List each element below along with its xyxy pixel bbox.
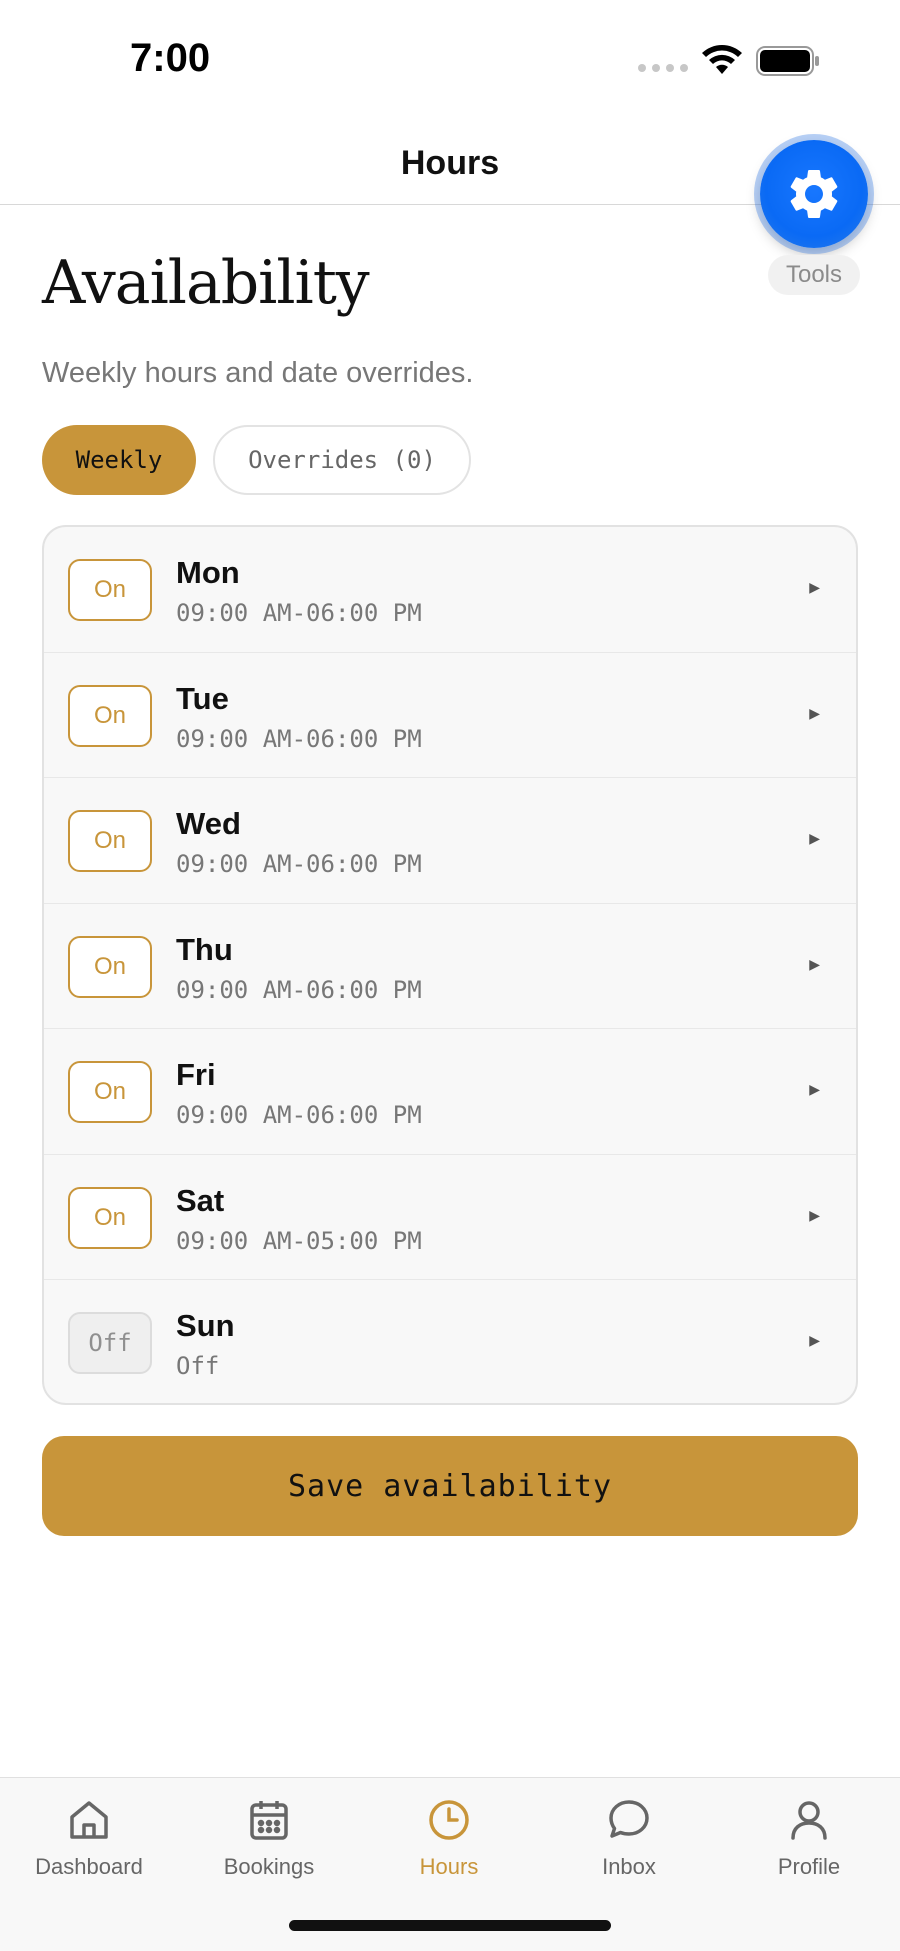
- day-name: Thu: [176, 931, 233, 967]
- chat-bubble-icon: [609, 1800, 649, 1838]
- day-toggle[interactable]: On: [68, 935, 152, 998]
- person-icon: [791, 1801, 827, 1840]
- day-hours: 09:00 AM-06:00 PM: [176, 850, 422, 878]
- tab-label: Profile: [777, 1854, 841, 1879]
- tab-label: Hours: [419, 1854, 479, 1879]
- tab-hours[interactable]: Hours: [369, 1796, 529, 1880]
- day-hours: 09:00 AM-06:00 PM: [176, 724, 422, 753]
- day-hours: 09:00 AM-06:00 PM: [176, 1101, 422, 1129]
- calendar-icon: [250, 1801, 288, 1840]
- day-toggle[interactable]: On: [68, 684, 152, 747]
- tools-label: Tools: [768, 255, 860, 295]
- tab-label: Inbox: [602, 1854, 656, 1879]
- page-subtitle: Weekly hours and date overrides.: [42, 357, 474, 389]
- day-name: Mon: [176, 555, 240, 590]
- tab-bookings[interactable]: Bookings: [189, 1796, 349, 1880]
- day-row-fri[interactable]: On Fri 09:00 AM-06:00 PM ▶: [44, 1029, 856, 1155]
- day-hours: 09:00 AM-06:00 PM: [176, 599, 422, 627]
- tools-button[interactable]: [760, 140, 868, 248]
- gear-icon: [790, 169, 838, 218]
- tab-profile[interactable]: Profile: [729, 1796, 889, 1880]
- chevron-right-icon: ▶: [809, 579, 820, 595]
- save-availability-button[interactable]: Save availability: [42, 1436, 858, 1536]
- tab-overrides[interactable]: Overrides (0): [213, 425, 471, 495]
- page-title: Availability: [42, 248, 370, 318]
- day-hours: Off: [176, 1352, 220, 1380]
- day-row-sat[interactable]: On Sat 09:00 AM-05:00 PM ▶: [44, 1155, 856, 1280]
- tab-weekly[interactable]: Weekly: [42, 425, 196, 495]
- day-name: Sun: [176, 1308, 235, 1343]
- day-toggle[interactable]: On: [68, 1061, 152, 1123]
- day-toggle[interactable]: On: [68, 810, 152, 872]
- day-name: Tue: [176, 680, 229, 716]
- day-row-thu[interactable]: On Thu 09:00 AM-06:00 PM ▶: [44, 904, 856, 1029]
- day-hours: 09:00 AM-06:00 PM: [176, 975, 422, 1004]
- clock-icon: [429, 1800, 469, 1840]
- tab-inbox[interactable]: Inbox: [549, 1796, 709, 1880]
- cellular-signal-icon: [638, 64, 688, 72]
- home-icon: [70, 1801, 108, 1839]
- tab-label: Dashboard: [35, 1854, 143, 1879]
- chevron-right-icon: ▶: [809, 1081, 820, 1097]
- day-row-tue[interactable]: On Tue 09:00 AM-06:00 PM ▶: [44, 653, 856, 778]
- day-name: Fri: [176, 1057, 216, 1092]
- chevron-right-icon: ▶: [809, 1332, 820, 1348]
- battery-icon: [756, 46, 819, 76]
- chevron-right-icon: ▶: [809, 830, 820, 846]
- weekly-hours-list: On Mon 09:00 AM-06:00 PM ▶ On Tue 09:00 …: [42, 525, 858, 1405]
- home-indicator: [289, 1920, 611, 1931]
- day-row-wed[interactable]: On Wed 09:00 AM-06:00 PM ▶: [44, 778, 856, 904]
- status-time: 7:00: [130, 36, 211, 80]
- day-toggle[interactable]: On: [68, 559, 152, 621]
- day-row-sun[interactable]: Off Sun Off ▶: [44, 1280, 856, 1403]
- day-name: Wed: [176, 806, 241, 841]
- day-name: Sat: [176, 1182, 225, 1218]
- day-toggle[interactable]: On: [68, 1186, 152, 1249]
- chevron-right-icon: ▶: [809, 1206, 820, 1223]
- chevron-right-icon: ▶: [809, 704, 820, 721]
- wifi-icon: [702, 45, 742, 74]
- day-toggle[interactable]: Off: [68, 1312, 152, 1374]
- day-hours: 09:00 AM-05:00 PM: [176, 1226, 422, 1255]
- tab-label: Bookings: [223, 1854, 315, 1879]
- status-bar: 7:00: [0, 0, 900, 110]
- day-row-mon[interactable]: On Mon 09:00 AM-06:00 PM ▶: [44, 527, 856, 653]
- chevron-right-icon: ▶: [809, 955, 820, 972]
- tab-dashboard[interactable]: Dashboard: [9, 1796, 169, 1880]
